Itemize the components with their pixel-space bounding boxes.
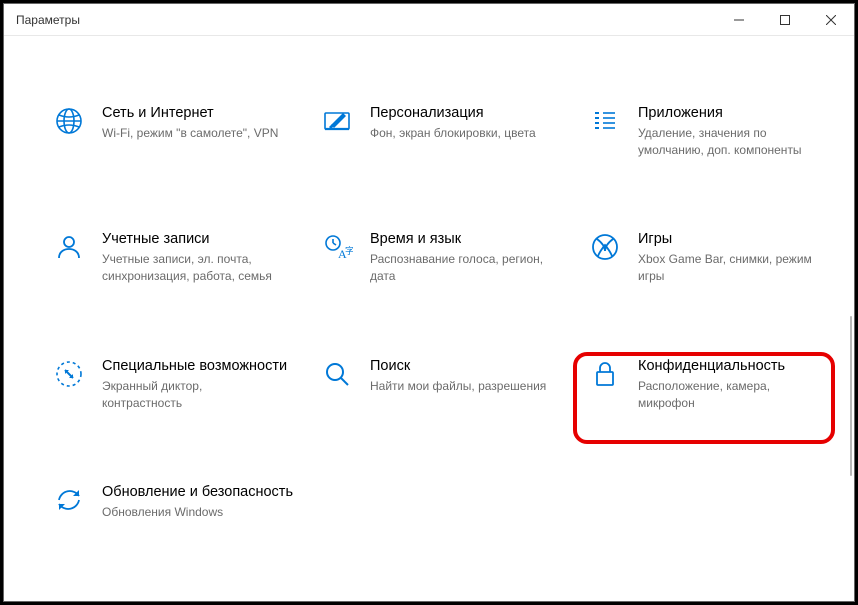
settings-window: Параметры — [3, 3, 855, 602]
tile-time-language[interactable]: A 字 Время и язык Распознавание голоса, р… — [316, 222, 572, 290]
tile-desc: Расположение, камера, микрофон — [638, 378, 818, 412]
tile-desc: Найти мои файлы, разрешения — [370, 378, 546, 395]
tile-network[interactable]: Сеть и Интернет Wi-Fi, режим "в самолете… — [48, 96, 304, 164]
tile-title: Учетные записи — [102, 230, 282, 249]
tile-desc: Фон, экран блокировки, цвета — [370, 125, 536, 142]
titlebar: Параметры — [4, 4, 854, 36]
window-title: Параметры — [16, 13, 716, 27]
tile-desc: Учетные записи, эл. почта, синхронизация… — [102, 251, 282, 285]
search-icon — [320, 357, 354, 391]
tile-ease-of-access[interactable]: Специальные возможности Экранный диктор,… — [48, 349, 304, 417]
globe-icon — [52, 104, 86, 138]
tile-desc: Обновления Windows — [102, 504, 282, 521]
tile-desc: Экранный диктор, контрастность — [102, 378, 282, 412]
tile-title: Приложения — [638, 104, 818, 123]
tile-desc: Wi-Fi, режим "в самолете", VPN — [102, 125, 278, 142]
tile-title: Конфиденциальность — [638, 357, 818, 376]
scrollbar[interactable] — [850, 316, 852, 476]
accessibility-icon — [52, 357, 86, 391]
tile-title: Сеть и Интернет — [102, 104, 278, 123]
tile-privacy[interactable]: Конфиденциальность Расположение, камера,… — [584, 349, 840, 417]
tile-title: Специальные возможности — [102, 357, 287, 376]
maximize-button[interactable] — [762, 4, 808, 35]
tile-personalization[interactable]: Персонализация Фон, экран блокировки, цв… — [316, 96, 572, 164]
tile-accounts[interactable]: Учетные записи Учетные записи, эл. почта… — [48, 222, 304, 290]
tile-gaming[interactable]: Игры Xbox Game Bar, снимки, режим игры — [584, 222, 840, 290]
close-button[interactable] — [808, 4, 854, 35]
minimize-button[interactable] — [716, 4, 762, 35]
tile-desc: Распознавание голоса, регион, дата — [370, 251, 550, 285]
tile-title: Поиск — [370, 357, 546, 376]
tile-desc: Удаление, значения по умолчанию, доп. ко… — [638, 125, 818, 159]
tile-desc: Xbox Game Bar, снимки, режим игры — [638, 251, 818, 285]
tile-update-security[interactable]: Обновление и безопасность Обновления Win… — [48, 475, 304, 527]
xbox-icon — [588, 230, 622, 264]
tile-title: Время и язык — [370, 230, 550, 249]
settings-grid: Сеть и Интернет Wi-Fi, режим "в самолете… — [48, 96, 844, 527]
tile-title: Обновление и безопасность — [102, 483, 293, 502]
sync-icon — [52, 483, 86, 517]
tile-search[interactable]: Поиск Найти мои файлы, разрешения — [316, 349, 572, 417]
time-language-icon: A 字 — [320, 230, 354, 264]
tile-title: Персонализация — [370, 104, 536, 123]
tile-title: Игры — [638, 230, 818, 249]
svg-text:字: 字 — [345, 245, 353, 256]
person-icon — [52, 230, 86, 264]
tile-apps[interactable]: Приложения Удаление, значения по умолчан… — [584, 96, 840, 164]
lock-icon — [588, 357, 622, 391]
apps-icon — [588, 104, 622, 138]
settings-content: Сеть и Интернет Wi-Fi, режим "в самолете… — [4, 36, 854, 601]
paintbrush-icon — [320, 104, 354, 138]
window-controls — [716, 4, 854, 35]
